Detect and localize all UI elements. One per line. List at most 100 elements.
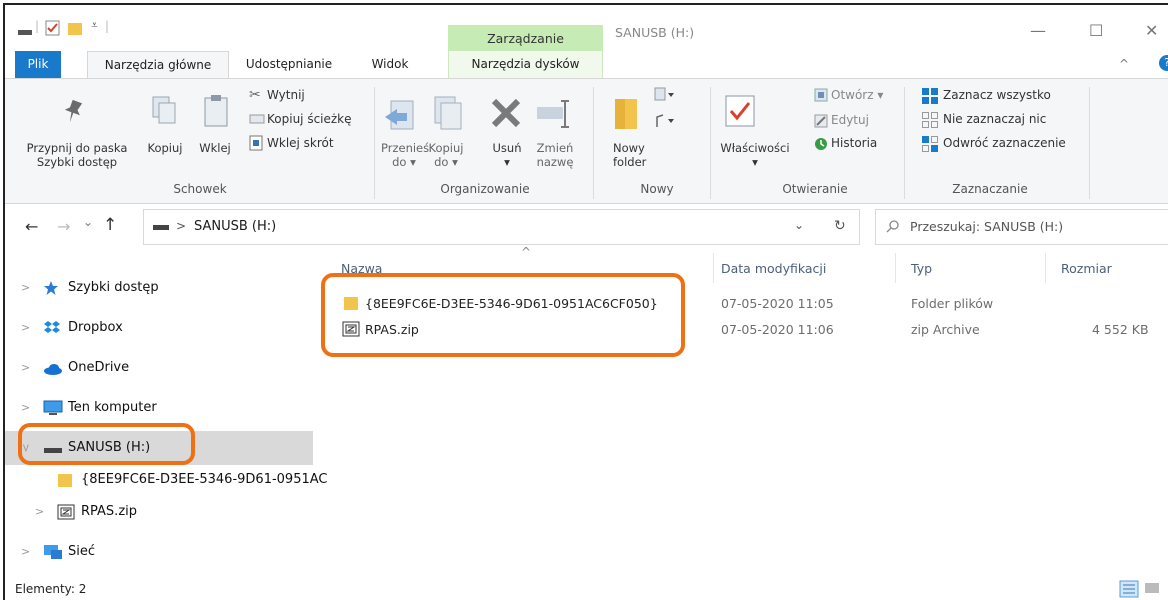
chevron-right-icon[interactable]: >	[21, 535, 30, 569]
copy-to-button[interactable]: Kopiuj do ▾	[425, 141, 467, 169]
copy-path-icon	[249, 113, 265, 125]
delete-line2: ▾	[504, 155, 510, 169]
column-header-size[interactable]: Rozmiar	[1061, 261, 1112, 276]
column-divider[interactable]	[713, 253, 714, 283]
chevron-right-icon[interactable]: >	[21, 271, 30, 305]
copy-path-button[interactable]: Kopiuj ścieżkę	[267, 112, 352, 126]
ribbon-divider	[1089, 87, 1090, 199]
ribbon-tabs: Plik Narzędzia główne Udostępnianie Wido…	[5, 51, 1168, 79]
delete-button[interactable]: Usuń ▾	[485, 141, 529, 169]
tab-udostepnianie[interactable]: Udostępnianie	[233, 51, 345, 79]
nav-item-guid-folder[interactable]: {8EE9FC6E-D3EE-5346-9D61-0951AC	[5, 463, 328, 497]
paste-shortcut-button[interactable]: Wklej skrót	[267, 136, 334, 150]
select-none-icon	[921, 111, 939, 129]
ribbon-divider	[593, 87, 594, 199]
group-label-zaznaczanie: Zaznaczanie	[952, 182, 1028, 196]
select-all-button[interactable]: Zaznacz wszystko	[943, 88, 1051, 102]
qat-dropdown-icon[interactable]: ⩡	[91, 18, 98, 33]
address-bar[interactable]: > SANUSB (H:) ⌄ ↻	[143, 209, 860, 245]
new-folder-button[interactable]: Nowy folder	[613, 141, 663, 169]
highlight-file-list	[321, 273, 685, 357]
recent-locations-button[interactable]: ⌄	[83, 215, 93, 229]
highlight-sanusb-drive	[18, 423, 195, 465]
move-to-button[interactable]: Przenieś do ▾	[381, 141, 429, 169]
nav-item-rpas-zip[interactable]: > RPAS.zip	[5, 495, 313, 529]
rename-line2: nazwę	[536, 155, 574, 169]
invert-selection-icon	[921, 135, 939, 153]
chevron-right-icon[interactable]: >	[21, 311, 30, 345]
search-input[interactable]: Przeszukaj: SANUSB (H:)	[910, 219, 1063, 234]
new-folder-qat-icon[interactable]	[67, 20, 83, 36]
new-item-icon[interactable]	[653, 87, 675, 101]
nav-item-onedrive[interactable]: > OneDrive	[5, 351, 313, 385]
group-label-nowy: Nowy	[640, 182, 674, 196]
nav-item-label: OneDrive	[68, 360, 130, 375]
select-none-button[interactable]: Nie zaznaczaj nic	[943, 112, 1046, 126]
cut-button[interactable]: Wytnij	[267, 88, 305, 102]
drive-icon	[152, 222, 170, 232]
nav-item-label: Dropbox	[68, 320, 123, 335]
nav-item-network[interactable]: > Sieć	[5, 535, 313, 569]
file-size: 4 552 KB	[1092, 322, 1149, 337]
back-button[interactable]: ←	[25, 217, 38, 236]
computer-icon	[43, 400, 63, 416]
copy-to-line2: do ▾	[434, 155, 458, 169]
tab-narzedzia-glowne[interactable]: Narzędzia główne	[87, 51, 229, 79]
copy-to-line1: Kopiuj	[428, 141, 464, 155]
star-icon	[43, 280, 59, 296]
open-icon	[813, 87, 829, 103]
easy-access-icon[interactable]	[653, 113, 675, 129]
copy-to-icon	[431, 93, 463, 133]
group-label-otwieranie: Otwieranie	[782, 182, 848, 196]
large-icons-view-icon[interactable]	[1143, 580, 1163, 598]
history-button[interactable]: Historia	[831, 136, 877, 150]
properties-line2: ▾	[752, 155, 758, 169]
column-header-type[interactable]: Typ	[911, 261, 932, 276]
edit-icon	[813, 113, 829, 129]
invert-selection-button[interactable]: Odwróć zaznaczenie	[943, 136, 1066, 150]
qat-separator: |	[105, 19, 110, 33]
close-button[interactable]: ✕	[1145, 21, 1158, 40]
properties-button[interactable]: Właściwości ▾	[717, 141, 793, 169]
forward-button[interactable]: →	[57, 217, 70, 236]
help-button[interactable]: ?	[1159, 55, 1168, 71]
tab-plik[interactable]: Plik	[15, 51, 61, 79]
nav-item-this-pc[interactable]: > Ten komputer	[5, 391, 313, 425]
ribbon-divider	[710, 87, 711, 199]
breadcrumb-sanusb[interactable]: SANUSB (H:)	[194, 219, 276, 234]
details-view-icon[interactable]	[1119, 580, 1139, 598]
tab-narzedzia-dyskow[interactable]: Narzędzia dysków	[448, 51, 603, 79]
sort-indicator: ^	[521, 245, 532, 259]
refresh-button[interactable]: ↻	[834, 218, 846, 234]
rename-button[interactable]: Zmień nazwę	[531, 141, 579, 169]
maximize-button[interactable]: ☐	[1089, 21, 1103, 40]
column-divider[interactable]	[1045, 253, 1046, 283]
nav-item-dropbox[interactable]: > Dropbox	[5, 311, 313, 345]
chevron-right-icon[interactable]: >	[21, 391, 30, 425]
nav-item-quick-access[interactable]: > Szybki dostęp	[5, 271, 313, 305]
pin-label-line2: Szybki dostęp	[36, 155, 118, 169]
column-divider[interactable]	[895, 253, 896, 283]
edit-button[interactable]: Edytuj	[831, 113, 869, 127]
nav-item-label: {8EE9FC6E-D3EE-5346-9D61-0951AC	[81, 472, 328, 487]
pin-icon	[61, 97, 87, 125]
file-date: 07-05-2020 11:06	[721, 322, 834, 337]
nav-item-label: RPAS.zip	[81, 504, 138, 519]
chevron-right-icon[interactable]: >	[21, 351, 30, 385]
search-box[interactable]: Przeszukaj: SANUSB (H:)	[875, 209, 1168, 245]
tab-widok[interactable]: Widok	[355, 51, 425, 79]
properties-qat-icon[interactable]	[45, 20, 61, 36]
copy-button[interactable]: Kopiuj	[143, 141, 187, 155]
nav-item-label: Szybki dostęp	[68, 280, 159, 295]
drive-icon[interactable]	[17, 23, 33, 37]
address-dropdown-button[interactable]: ⌄	[794, 218, 804, 232]
rename-icon	[535, 99, 571, 129]
collapse-ribbon-button[interactable]: ^	[1119, 57, 1129, 71]
pin-to-quick-access-button[interactable]: Przypnij do paska Szybki dostęp	[7, 141, 147, 169]
up-button[interactable]: ↑	[103, 215, 117, 235]
minimize-button[interactable]: —	[1030, 21, 1046, 40]
paste-button[interactable]: Wklej	[195, 141, 235, 155]
open-button[interactable]: Otwórz ▾	[831, 88, 883, 102]
column-header-date[interactable]: Data modyfikacji	[721, 261, 826, 276]
chevron-right-icon[interactable]: >	[35, 495, 44, 529]
